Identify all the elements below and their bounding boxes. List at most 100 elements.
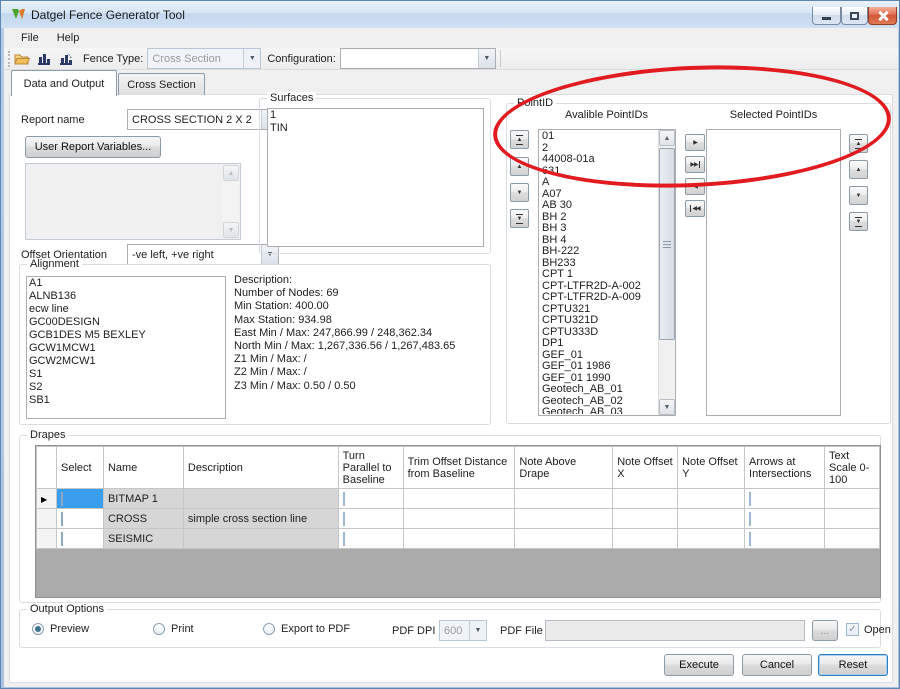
row-header[interactable] — [37, 509, 57, 529]
select-cell[interactable] — [56, 529, 103, 549]
pointid-item[interactable]: CPT-LTFR2D-A-009 — [540, 292, 658, 304]
alignment-item[interactable]: ecw line — [27, 303, 225, 316]
print-radio[interactable] — [153, 623, 165, 635]
export-pdf-radio-row[interactable]: Export to PDF — [263, 623, 350, 635]
pointid-item[interactable]: DP1 — [540, 338, 658, 350]
available-pointids-listbox[interactable]: 01244008-01a631AA07AB 30BH 2BH 3BH 4BH-2… — [538, 129, 676, 416]
print-radio-row[interactable]: Print — [153, 623, 194, 635]
pointid-item[interactable]: Geotech_AB_01 — [540, 384, 658, 396]
arrows-cell[interactable] — [745, 509, 825, 529]
alignment-item[interactable]: GCW2MCW1 — [27, 355, 225, 368]
selected-move-bottom-button[interactable]: ▼ — [849, 212, 868, 231]
report-name-combo[interactable]: CROSS SECTION 2 X 2 ▼ — [127, 109, 279, 130]
trim-offset-cell[interactable] — [403, 489, 515, 509]
arrows-checkbox[interactable] — [749, 512, 751, 526]
selected-pointids-listbox[interactable] — [706, 129, 841, 416]
open-checkbox[interactable]: ✓ — [846, 623, 859, 636]
column-header-select[interactable]: Select — [56, 447, 103, 489]
name-cell[interactable]: SEISMIC — [103, 529, 183, 549]
pdf-dpi-combo[interactable]: 600 ▼ — [439, 620, 487, 641]
alignment-item[interactable]: S2 — [27, 381, 225, 394]
remove-selected-button[interactable]: ◀ — [685, 178, 705, 195]
note-above-cell[interactable] — [515, 489, 613, 509]
available-move-bottom-button[interactable]: ▼ — [510, 209, 529, 228]
open-checkbox-row[interactable]: ✓ Open — [846, 623, 891, 636]
available-list-scrollbar[interactable]: ▲ ▼ — [658, 130, 675, 415]
configuration-combo[interactable]: ▼ — [340, 48, 496, 69]
text-scale-cell[interactable] — [824, 529, 879, 549]
note-offset-x-cell[interactable] — [613, 509, 678, 529]
surfaces-listbox[interactable]: 1TIN — [267, 108, 484, 247]
alignment-item[interactable]: GCW1MCW1 — [27, 342, 225, 355]
turn-parallel-cell[interactable] — [338, 489, 403, 509]
user-report-variables-button[interactable]: User Report Variables... — [25, 136, 161, 158]
name-cell[interactable]: CROSS — [103, 509, 183, 529]
column-header-note-above[interactable]: Note Above Drape — [515, 447, 613, 489]
column-header-description[interactable]: Description — [183, 447, 338, 489]
note-offset-x-cell[interactable] — [613, 489, 678, 509]
selected-move-down-button[interactable]: ▼ — [849, 186, 868, 205]
close-button[interactable] — [868, 7, 897, 25]
alignment-item[interactable]: SB1 — [27, 394, 225, 407]
menu-file[interactable]: File — [13, 30, 47, 46]
export-pdf-radio[interactable] — [263, 623, 275, 635]
available-move-up-button[interactable]: ▲ — [510, 157, 529, 176]
pointid-item[interactable]: CPTU321D — [540, 315, 658, 327]
notes-scrollbar[interactable]: ▲ ▼ — [223, 165, 239, 238]
pointid-item[interactable]: AB 30 — [540, 200, 658, 212]
note-above-cell[interactable] — [515, 509, 613, 529]
row-header[interactable] — [37, 529, 57, 549]
menu-help[interactable]: Help — [49, 30, 88, 46]
scroll-up-button[interactable]: ▲ — [659, 130, 675, 146]
trim-offset-cell[interactable] — [403, 509, 515, 529]
turn-parallel-checkbox[interactable] — [343, 512, 345, 526]
tab-cross-section[interactable]: Cross Section — [118, 73, 205, 95]
selected-move-up-button[interactable]: ▲ — [849, 160, 868, 179]
surface-item[interactable]: 1 — [268, 109, 483, 122]
arrows-checkbox[interactable] — [749, 532, 751, 546]
pointid-item[interactable]: 631 — [540, 166, 658, 178]
description-cell[interactable]: simple cross section line — [183, 509, 338, 529]
remove-all-button[interactable]: ◀◀ — [685, 200, 705, 217]
report-notes-textarea[interactable]: ▲ ▼ — [25, 163, 241, 240]
pointid-item[interactable]: CPT 1 — [540, 269, 658, 281]
execute-button[interactable]: Execute — [664, 654, 734, 676]
description-cell[interactable] — [183, 529, 338, 549]
note-offset-x-cell[interactable] — [613, 529, 678, 549]
turn-parallel-checkbox[interactable] — [343, 492, 345, 506]
fence-type-combo[interactable]: Cross Section ▼ — [147, 48, 261, 69]
drapes-grid[interactable]: Select Name Description Turn Parallel to… — [35, 445, 881, 598]
scrollbar-thumb[interactable] — [659, 148, 675, 340]
description-cell[interactable] — [183, 489, 338, 509]
alignment-item[interactable]: A1 — [27, 277, 225, 290]
turn-parallel-cell[interactable] — [338, 509, 403, 529]
select-checkbox[interactable] — [61, 492, 63, 506]
available-move-down-button[interactable]: ▼ — [510, 183, 529, 202]
save-configuration-button[interactable] — [33, 49, 55, 69]
selected-move-top-button[interactable]: ▲ — [849, 134, 868, 153]
reset-button[interactable]: Reset — [818, 654, 888, 676]
alignment-listbox[interactable]: A1ALNB136ecw lineGC00DESIGNGCB1DES M5 BE… — [26, 276, 226, 419]
alignment-item[interactable]: ALNB136 — [27, 290, 225, 303]
maximize-button[interactable] — [841, 7, 868, 25]
column-header-text-scale[interactable]: Text Scale 0-100 — [824, 447, 879, 489]
preview-radio[interactable] — [32, 623, 44, 635]
surface-item[interactable]: TIN — [268, 122, 483, 135]
alignment-item[interactable]: GCB1DES M5 BEXLEY — [27, 329, 225, 342]
note-above-cell[interactable] — [515, 529, 613, 549]
select-checkbox[interactable] — [61, 512, 63, 526]
title-bar[interactable]: Datgel Fence Generator Tool — [1, 1, 899, 28]
tab-data-and-output[interactable]: Data and Output — [11, 70, 117, 96]
scroll-down-icon[interactable]: ▼ — [223, 222, 239, 238]
alignment-item[interactable]: S1 — [27, 368, 225, 381]
pointid-item[interactable]: BH 3 — [540, 223, 658, 235]
pointid-item[interactable]: Geotech_AB_03 — [540, 407, 658, 414]
column-header-note-offset-y[interactable]: Note Offset Y — [678, 447, 745, 489]
trim-offset-cell[interactable] — [403, 529, 515, 549]
minimize-button[interactable] — [812, 7, 841, 25]
browse-pdf-file-button[interactable]: ... — [812, 620, 838, 641]
configuration-dropdown-button[interactable]: ▼ — [478, 49, 495, 68]
arrows-checkbox[interactable] — [749, 492, 751, 506]
turn-parallel-checkbox[interactable] — [343, 532, 345, 546]
pointid-item[interactable]: 01 — [540, 131, 658, 143]
